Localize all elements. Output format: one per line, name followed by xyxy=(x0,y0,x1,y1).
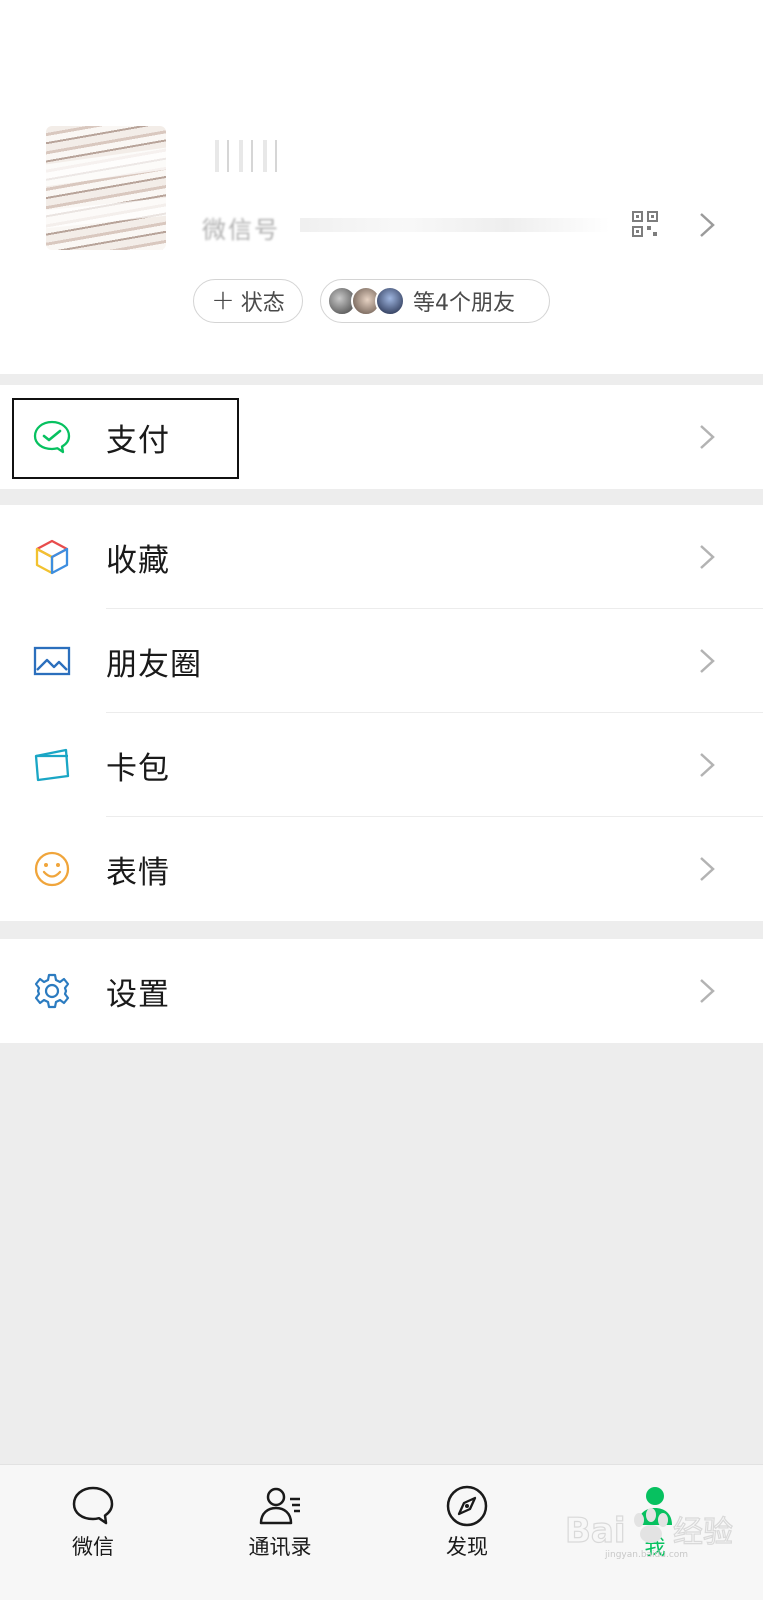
tab-contacts[interactable]: 通讯录 xyxy=(205,1465,355,1600)
menu-item-label: 表情 xyxy=(106,854,170,891)
menu-group-main: 收藏 朋友圈 卡包 表情 xyxy=(0,505,763,921)
smiley-icon xyxy=(34,851,70,887)
friend-avatars xyxy=(327,286,405,316)
tab-discover[interactable]: 发现 xyxy=(392,1465,542,1600)
status-label: 状态 xyxy=(240,291,285,316)
tab-label: 通讯录 xyxy=(248,1535,312,1559)
menu-item-label: 卡包 xyxy=(106,750,170,787)
menu-item-settings[interactable]: 设置 xyxy=(0,939,763,1043)
qr-code-icon[interactable] xyxy=(632,211,658,237)
chevron-right-icon xyxy=(700,649,715,673)
profile-avatar[interactable] xyxy=(46,126,166,250)
avatar-redaction xyxy=(46,197,166,229)
image-icon xyxy=(33,646,71,676)
menu-item-label: 朋友圈 xyxy=(106,646,202,683)
compass-icon xyxy=(446,1485,488,1527)
tab-me[interactable]: 我 xyxy=(580,1465,730,1600)
card-icon xyxy=(34,748,70,782)
menu-item-moments[interactable]: 朋友圈 xyxy=(0,609,763,713)
contacts-icon xyxy=(259,1487,300,1525)
menu-item-label: 收藏 xyxy=(106,542,170,579)
status-button[interactable]: + 状态 xyxy=(193,279,303,323)
chevron-right-icon[interactable] xyxy=(698,212,716,238)
tab-label: 微信 xyxy=(72,1535,114,1559)
wechat-id-redacted xyxy=(300,218,610,232)
menu-item-label: 支付 xyxy=(106,422,170,459)
chevron-right-icon xyxy=(700,545,715,569)
wechat-pay-icon xyxy=(33,420,71,454)
tab-chats[interactable]: 微信 xyxy=(18,1465,168,1600)
profile-header[interactable]: 微信号 + 状态 等4个朋友 xyxy=(0,0,763,374)
bottom-tab-bar: 微信 通讯录 发现 我 xyxy=(0,1464,763,1600)
menu-item-label: 设置 xyxy=(106,976,170,1013)
menu-item-cards[interactable]: 卡包 xyxy=(0,713,763,817)
chevron-right-icon xyxy=(700,425,715,449)
chevron-right-icon xyxy=(700,979,715,1003)
chevron-right-icon xyxy=(700,753,715,777)
avatar-redaction xyxy=(46,147,166,187)
friend-avatar xyxy=(375,286,405,316)
friends-status-button[interactable]: 等4个朋友 xyxy=(320,279,550,323)
menu-group-pay: 支付 xyxy=(0,385,763,489)
chevron-right-icon xyxy=(700,857,715,881)
wechat-id-label: 微信号 xyxy=(202,216,280,244)
nickname-redacted xyxy=(205,140,280,172)
menu-item-stickers[interactable]: 表情 xyxy=(0,817,763,921)
menu-group-settings: 设置 xyxy=(0,939,763,1043)
friends-label: 等4个朋友 xyxy=(413,291,515,316)
menu-item-favorites[interactable]: 收藏 xyxy=(0,505,763,609)
tab-label: 发现 xyxy=(446,1535,488,1559)
menu-item-pay[interactable]: 支付 xyxy=(0,385,763,489)
cube-icon xyxy=(35,539,69,575)
person-icon xyxy=(638,1487,672,1525)
chat-bubble-icon xyxy=(72,1486,114,1525)
plus-icon: + xyxy=(211,282,235,316)
watermark-url: jingyan.baidu.com xyxy=(605,1550,689,1560)
gear-icon xyxy=(34,973,70,1009)
